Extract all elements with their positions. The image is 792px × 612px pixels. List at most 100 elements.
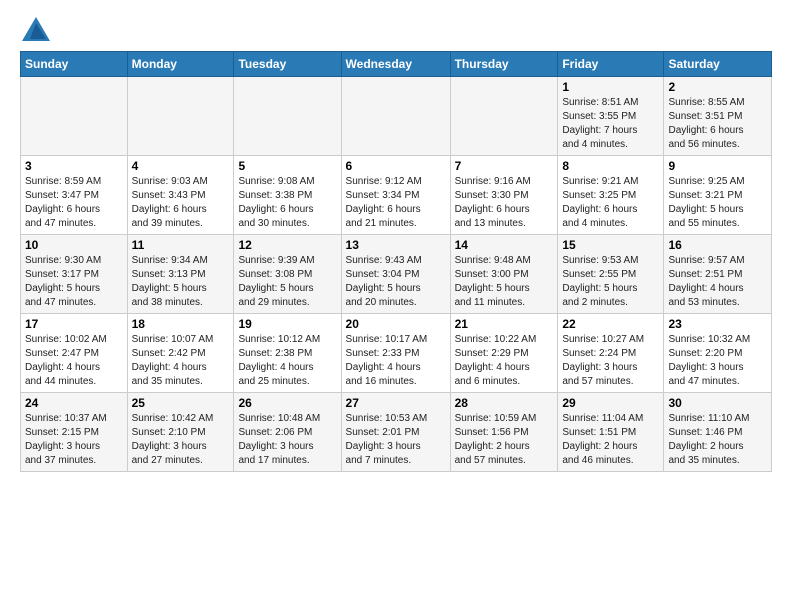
day-detail: Sunrise: 8:59 AMSunset: 3:47 PMDaylight:…: [25, 175, 123, 231]
header-tuesday: Tuesday: [234, 52, 341, 77]
day-number: 11: [132, 238, 230, 252]
day-detail: Sunrise: 10:32 AMSunset: 2:20 PMDaylight…: [668, 333, 767, 389]
header-monday: Monday: [127, 52, 234, 77]
calendar-cell: 12 Sunrise: 9:39 AMSunset: 3:08 PMDayligh…: [234, 235, 341, 314]
calendar-cell: [21, 77, 128, 156]
day-number: 23: [668, 317, 767, 331]
day-detail: Sunrise: 9:39 AMSunset: 3:08 PMDaylight:…: [238, 254, 336, 310]
day-detail: Sunrise: 9:03 AMSunset: 3:43 PMDaylight:…: [132, 175, 230, 231]
calendar-table: SundayMondayTuesdayWednesdayThursdayFrid…: [20, 51, 772, 472]
calendar-cell: 21 Sunrise: 10:22 AMSunset: 2:29 PMDaylig…: [450, 314, 558, 393]
day-number: 24: [25, 396, 123, 410]
day-detail: Sunrise: 10:37 AMSunset: 2:15 PMDaylight…: [25, 412, 123, 468]
calendar-cell: 29 Sunrise: 11:04 AMSunset: 1:51 PMDaylig…: [558, 393, 664, 472]
calendar-cell: 20 Sunrise: 10:17 AMSunset: 2:33 PMDaylig…: [341, 314, 450, 393]
calendar-cell: 3 Sunrise: 8:59 AMSunset: 3:47 PMDaylight…: [21, 156, 128, 235]
day-detail: Sunrise: 9:08 AMSunset: 3:38 PMDaylight:…: [238, 175, 336, 231]
day-number: 2: [668, 80, 767, 94]
calendar-cell: [234, 77, 341, 156]
day-number: 14: [455, 238, 554, 252]
calendar-cell: 2 Sunrise: 8:55 AMSunset: 3:51 PMDaylight…: [664, 77, 772, 156]
calendar-cell: 6 Sunrise: 9:12 AMSunset: 3:34 PMDaylight…: [341, 156, 450, 235]
day-number: 30: [668, 396, 767, 410]
day-detail: Sunrise: 9:57 AMSunset: 2:51 PMDaylight:…: [668, 254, 767, 310]
day-detail: Sunrise: 10:59 AMSunset: 1:56 PMDaylight…: [455, 412, 554, 468]
day-number: 3: [25, 159, 123, 173]
calendar-cell: 4 Sunrise: 9:03 AMSunset: 3:43 PMDaylight…: [127, 156, 234, 235]
day-detail: Sunrise: 10:22 AMSunset: 2:29 PMDaylight…: [455, 333, 554, 389]
calendar-cell: 15Sunrise: 9:53 AMSunset: 2:55 PMDayligh…: [558, 235, 664, 314]
calendar-week-4: 17 Sunrise: 10:02 AMSunset: 2:47 PMDaylig…: [21, 314, 772, 393]
calendar-cell: 25Sunrise: 10:42 AMSunset: 2:10 PMDaylig…: [127, 393, 234, 472]
day-detail: Sunrise: 9:30 AMSunset: 3:17 PMDaylight:…: [25, 254, 123, 310]
day-number: 22: [562, 317, 659, 331]
day-detail: Sunrise: 9:21 AMSunset: 3:25 PMDaylight:…: [562, 175, 659, 231]
day-detail: Sunrise: 10:27 AMSunset: 2:24 PMDaylight…: [562, 333, 659, 389]
header-saturday: Saturday: [664, 52, 772, 77]
calendar-cell: 22 Sunrise: 10:27 AMSunset: 2:24 PMDaylig…: [558, 314, 664, 393]
calendar-cell: 23 Sunrise: 10:32 AMSunset: 2:20 PMDaylig…: [664, 314, 772, 393]
calendar-cell: 27 Sunrise: 10:53 AMSunset: 2:01 PMDaylig…: [341, 393, 450, 472]
day-number: 1: [562, 80, 659, 94]
day-number: 17: [25, 317, 123, 331]
day-number: 20: [346, 317, 446, 331]
day-number: 18: [132, 317, 230, 331]
calendar-cell: 16 Sunrise: 9:57 AMSunset: 2:51 PMDayligh…: [664, 235, 772, 314]
day-detail: Sunrise: 9:53 AMSunset: 2:55 PMDaylight:…: [562, 254, 659, 310]
calendar-cell: 19 Sunrise: 10:12 AMSunset: 2:38 PMDaylig…: [234, 314, 341, 393]
calendar-cell: 28 Sunrise: 10:59 AMSunset: 1:56 PMDaylig…: [450, 393, 558, 472]
day-number: 21: [455, 317, 554, 331]
calendar-week-3: 10 Sunrise: 9:30 AMSunset: 3:17 PMDayligh…: [21, 235, 772, 314]
day-number: 16: [668, 238, 767, 252]
calendar-week-5: 24 Sunrise: 10:37 AMSunset: 2:15 PMDaylig…: [21, 393, 772, 472]
day-number: 10: [25, 238, 123, 252]
header: [20, 15, 772, 43]
day-detail: Sunrise: 9:12 AMSunset: 3:34 PMDaylight:…: [346, 175, 446, 231]
calendar-week-1: 1 Sunrise: 8:51 AMSunset: 3:55 PMDaylight…: [21, 77, 772, 156]
calendar-cell: 26Sunrise: 10:48 AMSunset: 2:06 PMDaylig…: [234, 393, 341, 472]
day-number: 25: [132, 396, 230, 410]
day-number: 7: [455, 159, 554, 173]
day-detail: Sunrise: 10:53 AMSunset: 2:01 PMDaylight…: [346, 412, 446, 468]
calendar-cell: 18 Sunrise: 10:07 AMSunset: 2:42 PMDaylig…: [127, 314, 234, 393]
day-detail: Sunrise: 10:17 AMSunset: 2:33 PMDaylight…: [346, 333, 446, 389]
day-number: 5: [238, 159, 336, 173]
header-friday: Friday: [558, 52, 664, 77]
header-wednesday: Wednesday: [341, 52, 450, 77]
day-detail: Sunrise: 9:16 AMSunset: 3:30 PMDaylight:…: [455, 175, 554, 231]
calendar-cell: 1 Sunrise: 8:51 AMSunset: 3:55 PMDaylight…: [558, 77, 664, 156]
day-detail: Sunrise: 8:55 AMSunset: 3:51 PMDaylight:…: [668, 96, 767, 152]
calendar-cell: 13Sunrise: 9:43 AMSunset: 3:04 PMDayligh…: [341, 235, 450, 314]
calendar-cell: 24 Sunrise: 10:37 AMSunset: 2:15 PMDaylig…: [21, 393, 128, 472]
calendar-cell: 10 Sunrise: 9:30 AMSunset: 3:17 PMDayligh…: [21, 235, 128, 314]
day-number: 19: [238, 317, 336, 331]
calendar-cell: [341, 77, 450, 156]
calendar-cell: 17 Sunrise: 10:02 AMSunset: 2:47 PMDaylig…: [21, 314, 128, 393]
day-number: 12: [238, 238, 336, 252]
day-number: 27: [346, 396, 446, 410]
day-number: 29: [562, 396, 659, 410]
header-thursday: Thursday: [450, 52, 558, 77]
day-number: 26: [238, 396, 336, 410]
day-number: 4: [132, 159, 230, 173]
day-detail: Sunrise: 11:04 AMSunset: 1:51 PMDaylight…: [562, 412, 659, 468]
day-number: 28: [455, 396, 554, 410]
day-detail: Sunrise: 9:48 AMSunset: 3:00 PMDaylight:…: [455, 254, 554, 310]
logo: [20, 15, 56, 43]
calendar-cell: 14 Sunrise: 9:48 AMSunset: 3:00 PMDayligh…: [450, 235, 558, 314]
day-detail: Sunrise: 8:51 AMSunset: 3:55 PMDaylight:…: [562, 96, 659, 152]
day-detail: Sunrise: 9:34 AMSunset: 3:13 PMDaylight:…: [132, 254, 230, 310]
calendar-header-row: SundayMondayTuesdayWednesdayThursdayFrid…: [21, 52, 772, 77]
calendar-cell: 5 Sunrise: 9:08 AMSunset: 3:38 PMDaylight…: [234, 156, 341, 235]
calendar-page: SundayMondayTuesdayWednesdayThursdayFrid…: [0, 0, 792, 482]
day-number: 13: [346, 238, 446, 252]
calendar-cell: [127, 77, 234, 156]
day-detail: Sunrise: 10:12 AMSunset: 2:38 PMDaylight…: [238, 333, 336, 389]
day-detail: Sunrise: 10:02 AMSunset: 2:47 PMDaylight…: [25, 333, 123, 389]
calendar-cell: 8Sunrise: 9:21 AMSunset: 3:25 PMDaylight…: [558, 156, 664, 235]
day-number: 9: [668, 159, 767, 173]
calendar-cell: 30Sunrise: 11:10 AMSunset: 1:46 PMDaylig…: [664, 393, 772, 472]
day-number: 6: [346, 159, 446, 173]
day-detail: Sunrise: 10:07 AMSunset: 2:42 PMDaylight…: [132, 333, 230, 389]
logo-icon: [20, 15, 52, 43]
